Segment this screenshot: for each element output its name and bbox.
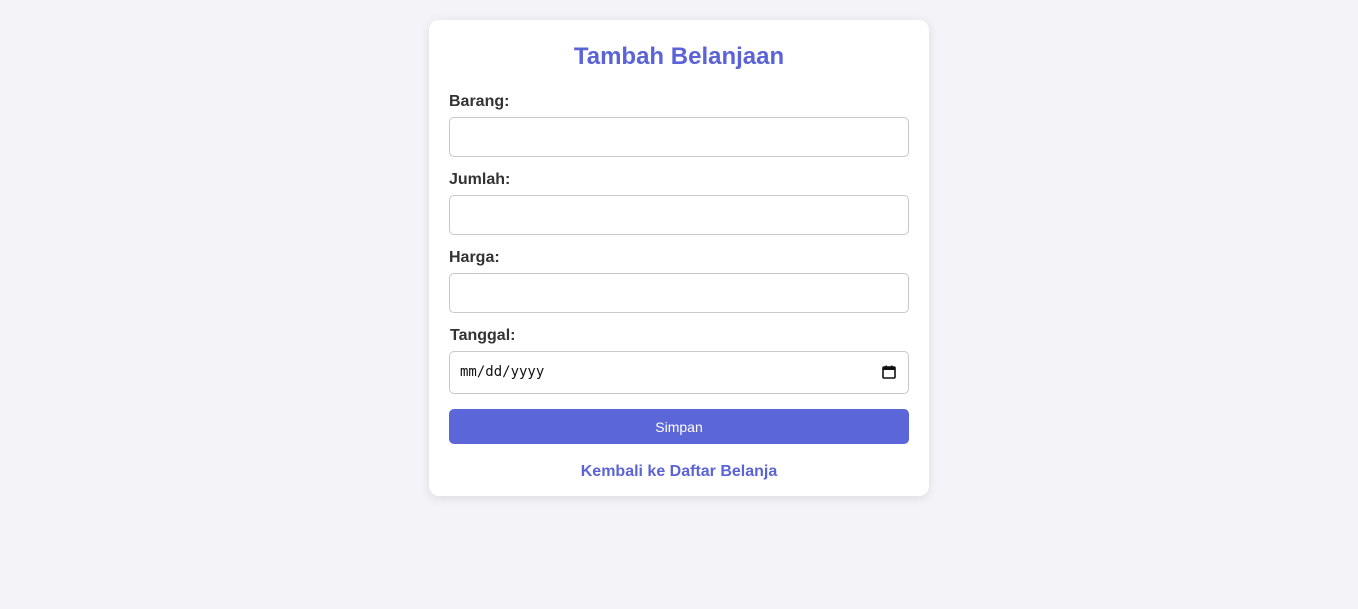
tanggal-label: Tanggal: bbox=[450, 327, 516, 344]
back-to-list-link[interactable]: Kembali ke Daftar Belanja bbox=[449, 462, 909, 482]
jumlah-input[interactable] bbox=[449, 195, 909, 235]
harga-input[interactable] bbox=[449, 273, 909, 313]
harga-label: Harga: bbox=[449, 249, 500, 266]
page-title: Tambah Belanjaan bbox=[573, 43, 785, 70]
add-shopping-card: Tambah Belanjaan Barang: Jumlah: Harga: … bbox=[429, 20, 929, 496]
date-placeholder: mm/dd/yyyy bbox=[460, 364, 545, 380]
save-button[interactable]: Simpan bbox=[449, 409, 909, 444]
barang-input[interactable] bbox=[449, 117, 909, 157]
tanggal-date-input[interactable]: mm/dd/yyyy bbox=[449, 351, 909, 394]
barang-label: Barang: bbox=[449, 93, 510, 110]
calendar-icon[interactable] bbox=[882, 365, 896, 379]
jumlah-label: Jumlah: bbox=[449, 171, 511, 188]
